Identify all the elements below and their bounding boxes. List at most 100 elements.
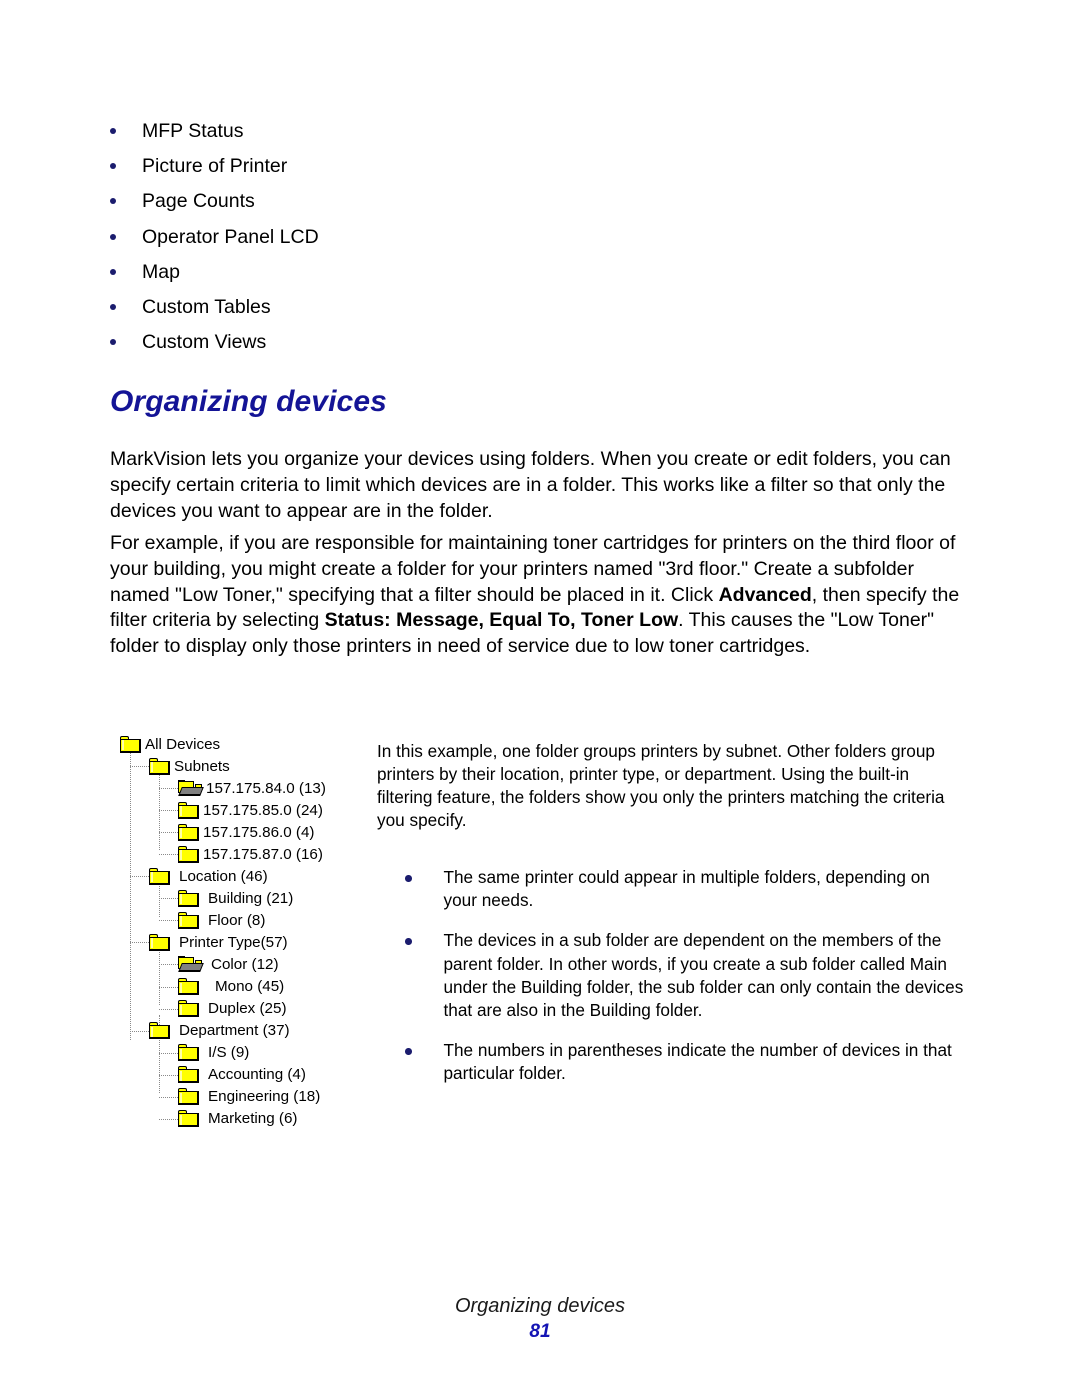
folder-closed-icon [178,823,199,841]
tree-connector [130,942,149,944]
tree-node-subnet-86[interactable]: 157.175.86.0 (4) [120,821,380,843]
tree-node-label: Marketing (6) [208,1110,298,1128]
tree-node-label: Floor (8) [208,911,266,929]
tree-node-label: I/S (9) [208,1044,250,1062]
folder-closed-icon [149,1022,170,1040]
folder-open-icon [178,955,204,973]
tree-node-duplex[interactable]: Duplex (25) [120,998,380,1020]
tree-connector [159,1096,178,1098]
folder-closed-icon [178,911,199,929]
tree-node-mono[interactable]: Mono (45) [120,976,380,998]
folder-closed-icon [178,978,199,996]
tree-connector [159,854,178,856]
tree-connector [159,964,178,966]
folder-closed-icon [149,933,170,951]
tree-node-label: All Devices [145,735,221,753]
tree-node-label: Printer Type(57) [179,933,288,951]
tree-node-label: Color (12) [211,955,279,973]
page-footer: Organizing devices 81 [0,1293,1080,1344]
folder-closed-icon [178,1000,199,1018]
bullet-dot-icon [110,233,116,240]
advanced-emphasis: Advanced [718,583,812,606]
tree-connector [159,810,178,812]
tree-node-printer-type[interactable]: Printer Type(57) [120,931,380,953]
list-item: The same printer could appear in multipl… [405,866,965,912]
folder-closed-icon [149,757,170,775]
footer-title: Organizing devices [454,1295,626,1317]
tree-node-label: Accounting (4) [208,1066,306,1084]
page-number: 81 [529,1321,551,1342]
tree-node-subnet-84[interactable]: 157.175.84.0 (13) [120,777,380,799]
folder-closed-icon [178,801,199,819]
intro-paragraph: MarkVision lets you organize your device… [110,448,951,522]
tree-connector [159,1074,178,1076]
filter-criteria-emphasis: Status: Message, Equal To, Toner Low [324,609,679,632]
tree-node-accounting[interactable]: Accounting (4) [120,1064,380,1086]
folder-closed-icon [149,867,170,885]
tree-connector [159,832,178,834]
list-item: Picture of Printer [110,153,710,188]
list-item: The devices in a sub folder are dependen… [405,929,965,1022]
tree-node-floor[interactable]: Floor (8) [120,909,380,931]
tree-connector [130,1030,149,1032]
tree-connector [130,766,149,768]
list-item-label: Picture of Printer [142,155,288,178]
bullet-dot-icon [405,1048,412,1055]
tree-node-subnet-87[interactable]: 157.175.87.0 (16) [120,843,380,865]
bullet-dot-icon [110,163,116,170]
list-item: MFP Status [110,118,710,153]
example-description: In this example, one folder groups print… [377,741,945,830]
tree-node-label: 157.175.85.0 (24) [203,801,323,819]
folder-closed-icon [178,845,199,863]
tree-connector [159,986,178,988]
device-folder-tree[interactable]: All Devices Subnets 157.175.84.0 (13) 15… [120,733,380,1130]
tree-connector [159,1118,178,1120]
tree-connector [159,788,178,790]
bullet-dot-icon [405,875,412,882]
list-item: Page Counts [110,188,710,223]
tree-node-label: Location (46) [179,867,268,885]
tree-node-label: 157.175.84.0 (13) [206,779,326,797]
list-item: The numbers in parentheses indicate the … [405,1039,965,1085]
folder-closed-icon [178,1110,199,1128]
tree-node-label: Duplex (25) [208,1000,287,1018]
tree-connector [159,898,178,900]
folder-closed-icon [120,735,141,753]
list-item-label: The numbers in parentheses indicate the … [443,1040,952,1084]
list-item-label: MFP Status [142,120,244,142]
page-title: Organizing devices [110,385,387,418]
list-item: Map [110,259,710,294]
tree-node-location[interactable]: Location (46) [120,865,380,887]
tree-node-label: 157.175.86.0 (4) [203,823,315,841]
bullet-dot-icon [110,339,116,346]
list-item-label: The same printer could appear in multipl… [443,867,930,911]
list-item-label: Page Counts [142,190,255,213]
tree-node-subnet-85[interactable]: 157.175.85.0 (24) [120,799,380,821]
tree-node-engineering[interactable]: Engineering (18) [120,1086,380,1108]
notes-bullet-list: The same printer could appear in multipl… [405,866,965,1103]
list-item: Custom Tables [110,294,710,329]
tree-node-department[interactable]: Department (37) [120,1020,380,1042]
tree-node-color[interactable]: Color (12) [120,953,380,975]
list-item: Operator Panel LCD [110,224,710,259]
tree-node-marketing[interactable]: Marketing (6) [120,1108,380,1130]
folder-closed-icon [178,1066,199,1084]
list-item-label: The devices in a sub folder are dependen… [443,930,964,1021]
tree-node-all-devices[interactable]: All Devices [120,733,380,755]
folder-closed-icon [178,1044,199,1062]
bullet-dot-icon [405,938,412,945]
tree-node-building[interactable]: Building (21) [120,887,380,909]
tree-node-label: Building (21) [208,889,294,907]
list-item-label: Custom Views [142,331,267,354]
tree-node-label: Mono (45) [215,978,285,996]
tree-node-is[interactable]: I/S (9) [120,1042,380,1064]
tree-connector [130,876,149,878]
tree-node-label: 157.175.87.0 (16) [203,845,323,863]
bullet-dot-icon [110,268,116,275]
folder-closed-icon [178,1088,199,1106]
list-item: Custom Views [110,329,710,364]
tree-node-label: Subnets [174,757,230,775]
list-item-label: Map [142,260,180,283]
folder-closed-icon [178,889,199,907]
tree-node-subnets[interactable]: Subnets [120,755,380,777]
